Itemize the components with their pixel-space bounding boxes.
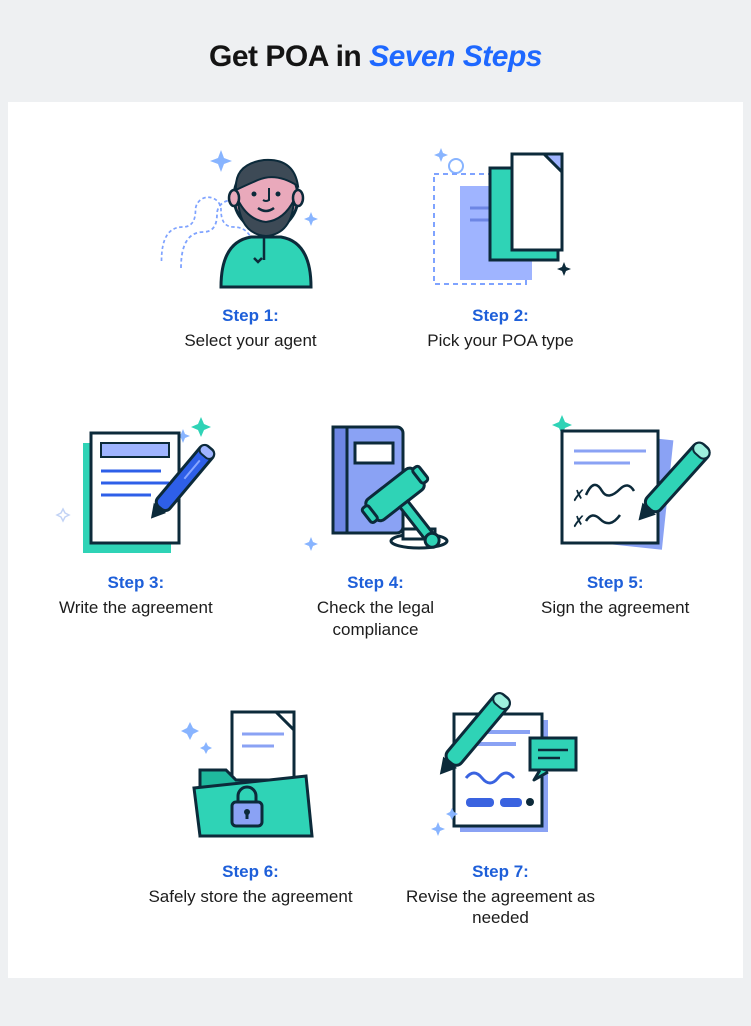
step-label: Step 2: bbox=[472, 306, 529, 326]
svg-text:✗: ✗ bbox=[572, 488, 585, 505]
step-label: Step 4: bbox=[347, 573, 404, 593]
row-1: Step 1: Select your agent bbox=[36, 142, 715, 351]
step-label: Step 1: bbox=[222, 306, 279, 326]
step-description: Check the legal compliance bbox=[276, 597, 476, 640]
legal-gavel-icon bbox=[291, 409, 461, 559]
step-label: Step 3: bbox=[107, 573, 164, 593]
page-title: Get POA in Seven Steps bbox=[8, 40, 743, 74]
agent-person-icon bbox=[166, 142, 336, 292]
revise-document-icon bbox=[416, 698, 586, 848]
step-cell-1: Step 1: Select your agent bbox=[146, 142, 356, 351]
documents-stack-icon bbox=[416, 142, 586, 292]
step-description: Revise the agreement as needed bbox=[396, 886, 606, 929]
step-description: Safely store the agreement bbox=[148, 886, 352, 907]
step-cell-5: ✗ ✗ Step 5: Sign the agreement bbox=[515, 409, 715, 640]
step-label: Step 7: bbox=[472, 862, 529, 882]
step-description: Sign the agreement bbox=[541, 597, 689, 618]
step-cell-7: Step 7: Revise the agreement as needed bbox=[396, 698, 606, 929]
step-description: Select your agent bbox=[184, 330, 316, 351]
step-label: Step 5: bbox=[587, 573, 644, 593]
step-description: Pick your POA type bbox=[427, 330, 573, 351]
title-accent: Seven Steps bbox=[369, 40, 542, 73]
step-cell-3: Step 3: Write the agreement bbox=[36, 409, 236, 640]
write-document-icon bbox=[51, 409, 221, 559]
step-description: Write the agreement bbox=[59, 597, 213, 618]
svg-text:✗: ✗ bbox=[572, 514, 585, 531]
row-3: Step 6: Safely store the agreement bbox=[36, 698, 715, 929]
title-prefix: Get POA in bbox=[209, 40, 369, 73]
row-2: Step 3: Write the agreement bbox=[36, 409, 715, 640]
step-cell-6: Step 6: Safely store the agreement bbox=[146, 698, 356, 929]
step-cell-4: Step 4: Check the legal compliance bbox=[276, 409, 476, 640]
sign-document-icon: ✗ ✗ bbox=[530, 409, 700, 559]
step-label: Step 6: bbox=[222, 862, 279, 882]
step-cell-2: Step 2: Pick your POA type bbox=[396, 142, 606, 351]
steps-card: Step 1: Select your agent bbox=[8, 102, 743, 978]
store-folder-lock-icon bbox=[166, 698, 336, 848]
